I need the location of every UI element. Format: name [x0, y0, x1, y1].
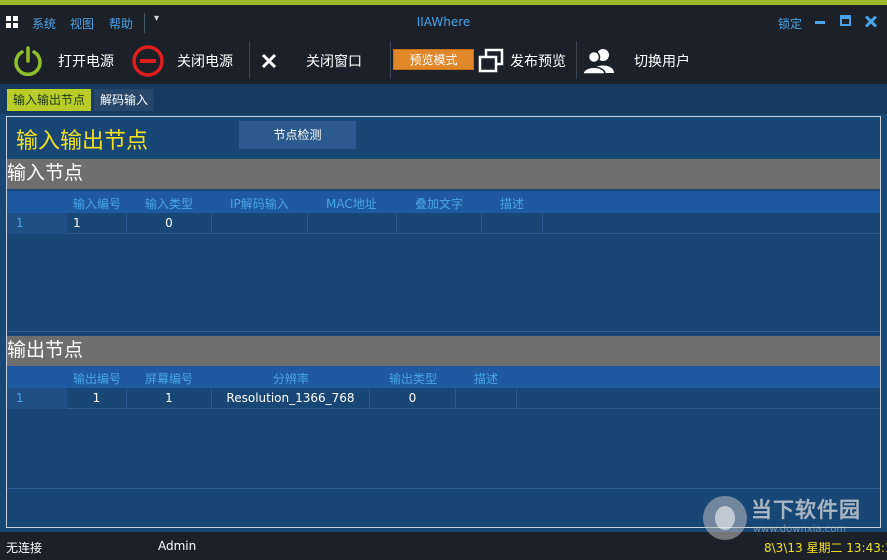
power-on-label: 打开电源 — [58, 54, 114, 70]
close-icon — [261, 53, 277, 69]
switch-user-button[interactable]: 切换用户 — [582, 38, 690, 84]
cell-screen-number[interactable]: 1 — [127, 388, 212, 409]
cell-resolution[interactable]: Resolution_1366_768 — [212, 388, 370, 409]
column-header[interactable]: 输入编号 — [73, 195, 121, 212]
cell-description[interactable] — [456, 388, 517, 409]
title-bar: 系统 视图 帮助 ▾ IIAWhere 锁定 — [0, 5, 887, 38]
users-icon — [582, 49, 614, 75]
tab-io-nodes[interactable]: 输入输出节点 — [7, 89, 92, 111]
cell-overlay-text[interactable] — [397, 213, 482, 234]
watermark-text: 当下软件园 — [751, 498, 861, 522]
cell-output-number[interactable]: 1 — [67, 388, 127, 409]
column-header[interactable]: 输出编号 — [73, 370, 121, 387]
output-grid-header: 输出编号 屏幕编号 分辨率 输出类型 描述 — [7, 366, 880, 388]
power-icon — [14, 46, 42, 77]
grid-divider — [7, 488, 880, 489]
table-row[interactable]: 1 1 0 — [7, 213, 880, 234]
output-grid: 输出编号 屏幕编号 分辨率 输出类型 描述 1 1 1 Resolution_1… — [7, 366, 880, 489]
connection-status: 无连接 — [6, 541, 43, 555]
output-section-header: 输出节点 — [7, 336, 880, 366]
column-header[interactable]: 分辨率 — [273, 370, 309, 387]
column-header[interactable]: 输入类型 — [145, 195, 193, 212]
power-off-button[interactable]: 关闭电源 — [131, 38, 233, 84]
column-header[interactable]: 叠加文字 — [415, 195, 463, 212]
cell-description[interactable] — [482, 213, 543, 234]
cell-mac[interactable] — [308, 213, 397, 234]
publish-preview-label: 发布预览 — [510, 54, 566, 70]
input-grid-header: 输入编号 输入类型 IP解码输入 MAC地址 叠加文字 描述 — [7, 191, 880, 213]
power-off-label: 关闭电源 — [177, 54, 233, 70]
main-area: 输入输出节点 节点检测 输入节点 输入编号 输入类型 IP解码输入 MAC地址 … — [0, 114, 887, 532]
tab-bar: 输入输出节点 解码输入 — [0, 84, 887, 114]
current-user: Admin — [158, 539, 197, 553]
toolbar-separator — [249, 41, 250, 79]
lock-button[interactable]: 锁定 — [778, 15, 802, 32]
window-title: IIAWhere — [416, 15, 471, 29]
power-on-button[interactable]: 打开电源 — [12, 38, 114, 84]
node-detect-button[interactable]: 节点检测 — [239, 121, 356, 149]
close-window-label: 关闭窗口 — [306, 54, 362, 70]
watermark-url: www.downxia.com — [753, 524, 847, 535]
column-header[interactable]: 屏幕编号 — [145, 370, 193, 387]
column-header[interactable]: 描述 — [500, 195, 524, 212]
column-header[interactable]: IP解码输入 — [230, 195, 289, 212]
maximize-button[interactable] — [840, 15, 851, 26]
switch-user-label: 切换用户 — [634, 54, 690, 70]
cell-ip-decode[interactable] — [212, 213, 308, 234]
no-entry-icon — [132, 45, 164, 77]
column-header[interactable]: MAC地址 — [326, 195, 377, 212]
row-index: 1 — [16, 391, 24, 405]
cell-output-type[interactable]: 0 — [370, 388, 456, 409]
toolbar-separator — [390, 41, 391, 79]
watermark-logo-icon — [703, 496, 747, 540]
row-index: 1 — [16, 216, 24, 230]
table-row[interactable]: 1 1 1 Resolution_1366_768 0 — [7, 388, 880, 409]
minimize-button[interactable] — [814, 15, 826, 27]
cell-input-type[interactable]: 0 — [127, 213, 212, 234]
watermark: 当下软件园 www.downxia.com — [703, 494, 887, 560]
page-title: 输入输出节点 — [16, 129, 149, 154]
cell-input-number[interactable]: 1 — [67, 213, 127, 234]
column-header[interactable]: 描述 — [474, 370, 498, 387]
tab-decode-input[interactable]: 解码输入 — [94, 89, 155, 111]
toolbar-separator — [576, 41, 577, 79]
preview-mode-button[interactable]: 预览模式 — [393, 49, 474, 70]
close-window-icon[interactable] — [864, 15, 876, 27]
toolbar: 打开电源 关闭电源 关闭窗口 预览模式 发布预览 切换用户 — [0, 38, 887, 84]
close-window-button[interactable]: 关闭窗口 — [260, 38, 362, 84]
copy-windows-icon — [478, 48, 504, 73]
io-nodes-panel: 输入输出节点 节点检测 输入节点 输入编号 输入类型 IP解码输入 MAC地址 … — [6, 116, 881, 528]
publish-preview-button[interactable]: 发布预览 — [478, 38, 566, 84]
column-header[interactable]: 输出类型 — [389, 370, 437, 387]
input-section-header: 输入节点 — [7, 159, 880, 189]
input-grid: 输入编号 输入类型 IP解码输入 MAC地址 叠加文字 描述 1 1 0 — [7, 191, 880, 332]
grid-divider — [7, 331, 880, 332]
